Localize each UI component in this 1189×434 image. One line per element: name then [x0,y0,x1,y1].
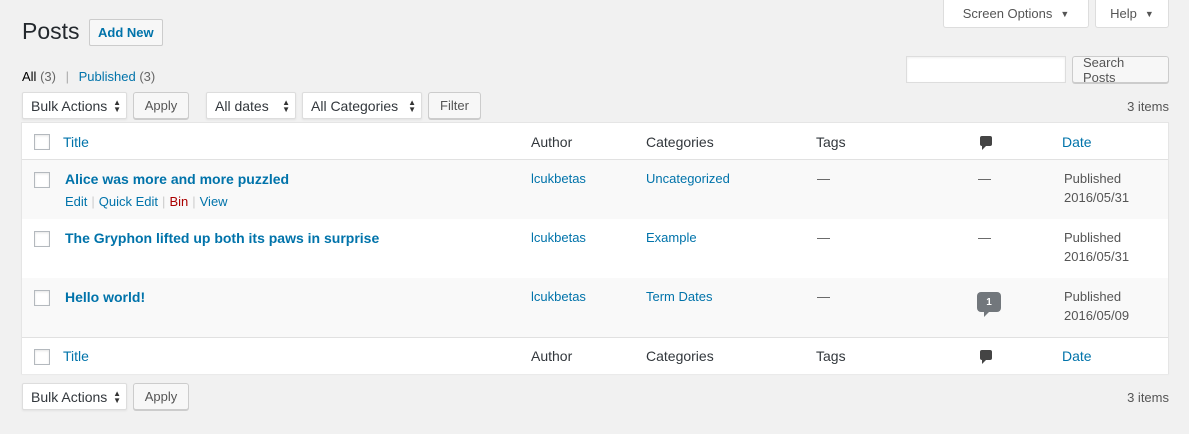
dates-filter-select[interactable]: All dates ▲ ▼ [206,92,296,119]
date-cell: Published 2016/05/31 [1064,228,1129,266]
apply-button-bottom[interactable]: Apply [133,383,189,410]
column-categories: Categories [646,134,714,150]
categories-filter-select[interactable]: All Categories ▲ ▼ [302,92,422,119]
post-date: 2016/05/31 [1064,190,1130,205]
table-header: Title Author Categories Tags Date [22,123,1168,160]
comments-cell: — [978,171,991,186]
dates-filter-value: All dates [215,97,269,114]
post-title-link[interactable]: The Gryphon lifted up both its paws in s… [65,230,379,246]
row-checkbox[interactable] [34,290,50,306]
post-title-link[interactable]: Hello world! [65,289,145,305]
updown-arrows-icon: ▲ ▼ [282,98,290,114]
comment-count-bubble[interactable]: 1 [977,292,1001,317]
filter-button[interactable]: Filter [428,92,481,119]
select-all-checkbox-bottom[interactable] [34,349,50,365]
bulk-actions-value-bottom: Bulk Actions [31,388,108,405]
posts-table: Title Author Categories Tags Date Alice … [21,122,1169,374]
items-count-top: 3 items [1127,99,1169,114]
view-separator: | [65,69,69,84]
view-published-count: (3) [139,69,156,84]
post-status: Published [1064,289,1122,304]
view-all-link[interactable]: All [22,69,36,84]
column-title-sort-bottom[interactable]: Title [63,348,89,364]
apply-button-top[interactable]: Apply [133,92,189,119]
row-checkbox[interactable] [34,231,50,247]
row-action-separator: | [162,194,166,209]
view-link[interactable]: View [200,194,228,209]
bulk-actions-select-bottom[interactable]: Bulk Actions ▲ ▼ [22,383,127,410]
row-action-separator: | [192,194,196,209]
quick-edit-link[interactable]: Quick Edit [99,194,158,209]
category-link[interactable]: Example [646,230,697,245]
caret-down-icon: ▼ [1060,8,1070,19]
post-date: 2016/05/09 [1064,308,1130,323]
post-title-link[interactable]: Alice was more and more puzzled [65,171,289,187]
help-label: Help [1110,6,1137,21]
view-published-link[interactable]: Published [79,69,136,84]
search-posts-button[interactable]: Search Posts [1072,55,1169,85]
edit-link[interactable]: Edit [65,194,87,209]
tags-cell: — [817,289,830,304]
author-link[interactable]: lcukbetas [531,230,586,245]
search-input[interactable] [906,56,1066,83]
table-footer: Title Author Categories Tags Date [22,337,1168,374]
column-title-sort[interactable]: Title [63,134,89,150]
bulk-actions-value: Bulk Actions [31,97,108,114]
column-author: Author [531,134,573,150]
comment-bubble-icon[interactable] [980,350,992,364]
tags-cell: — [817,230,830,245]
add-new-button[interactable]: Add New [89,19,163,46]
row-actions: Edit | Quick Edit | Bin | View [65,194,228,209]
bulk-actions-select-top[interactable]: Bulk Actions ▲ ▼ [22,92,127,119]
column-date-sort[interactable]: Date [1062,134,1092,150]
post-date: 2016/05/31 [1064,249,1130,264]
bin-link[interactable]: Bin [169,194,188,209]
column-tags-bottom: Tags [816,348,846,364]
column-categories-bottom: Categories [646,348,714,364]
updown-arrows-icon: ▲ ▼ [408,98,416,114]
view-all-count: (3) [40,69,56,84]
tags-cell: — [817,171,830,186]
category-link[interactable]: Term Dates [646,289,712,304]
table-row: Alice was more and more puzzled Edit | Qui… [22,160,1168,219]
post-status: Published [1064,230,1122,245]
comment-bubble-icon[interactable] [980,136,992,150]
author-link[interactable]: lcukbetas [531,289,586,304]
page-title: Posts [22,18,80,44]
screen-meta-links: Screen Options ▼ Help ▼ [943,0,1169,28]
comments-cell: — [978,230,991,245]
date-cell: Published 2016/05/31 [1064,169,1129,207]
caret-down-icon: ▼ [1144,8,1154,19]
screen-options-label: Screen Options [962,6,1053,21]
updown-arrows-icon: ▲ ▼ [113,389,121,405]
table-row: The Gryphon lifted up both its paws in s… [22,219,1168,278]
updown-arrows-icon: ▲ ▼ [113,98,121,114]
column-tags: Tags [816,134,846,150]
row-action-separator: | [91,194,95,209]
column-author-bottom: Author [531,348,573,364]
post-status: Published [1064,171,1122,186]
screen-options-button[interactable]: Screen Options ▼ [943,0,1089,28]
row-checkbox[interactable] [34,172,50,188]
help-button[interactable]: Help ▼ [1095,0,1169,28]
post-status-views: All (3) | Published (3) [22,69,155,84]
items-count-bottom: 3 items [1127,390,1169,405]
date-cell: Published 2016/05/09 [1064,287,1129,325]
select-all-checkbox[interactable] [34,134,50,150]
category-link[interactable]: Uncategorized [646,171,730,186]
column-date-sort-bottom[interactable]: Date [1062,348,1092,364]
author-link[interactable]: lcukbetas [531,171,586,186]
table-row: Hello world! lcukbetas Term Dates — 1 Pu… [22,278,1168,337]
categories-filter-value: All Categories [311,97,399,114]
